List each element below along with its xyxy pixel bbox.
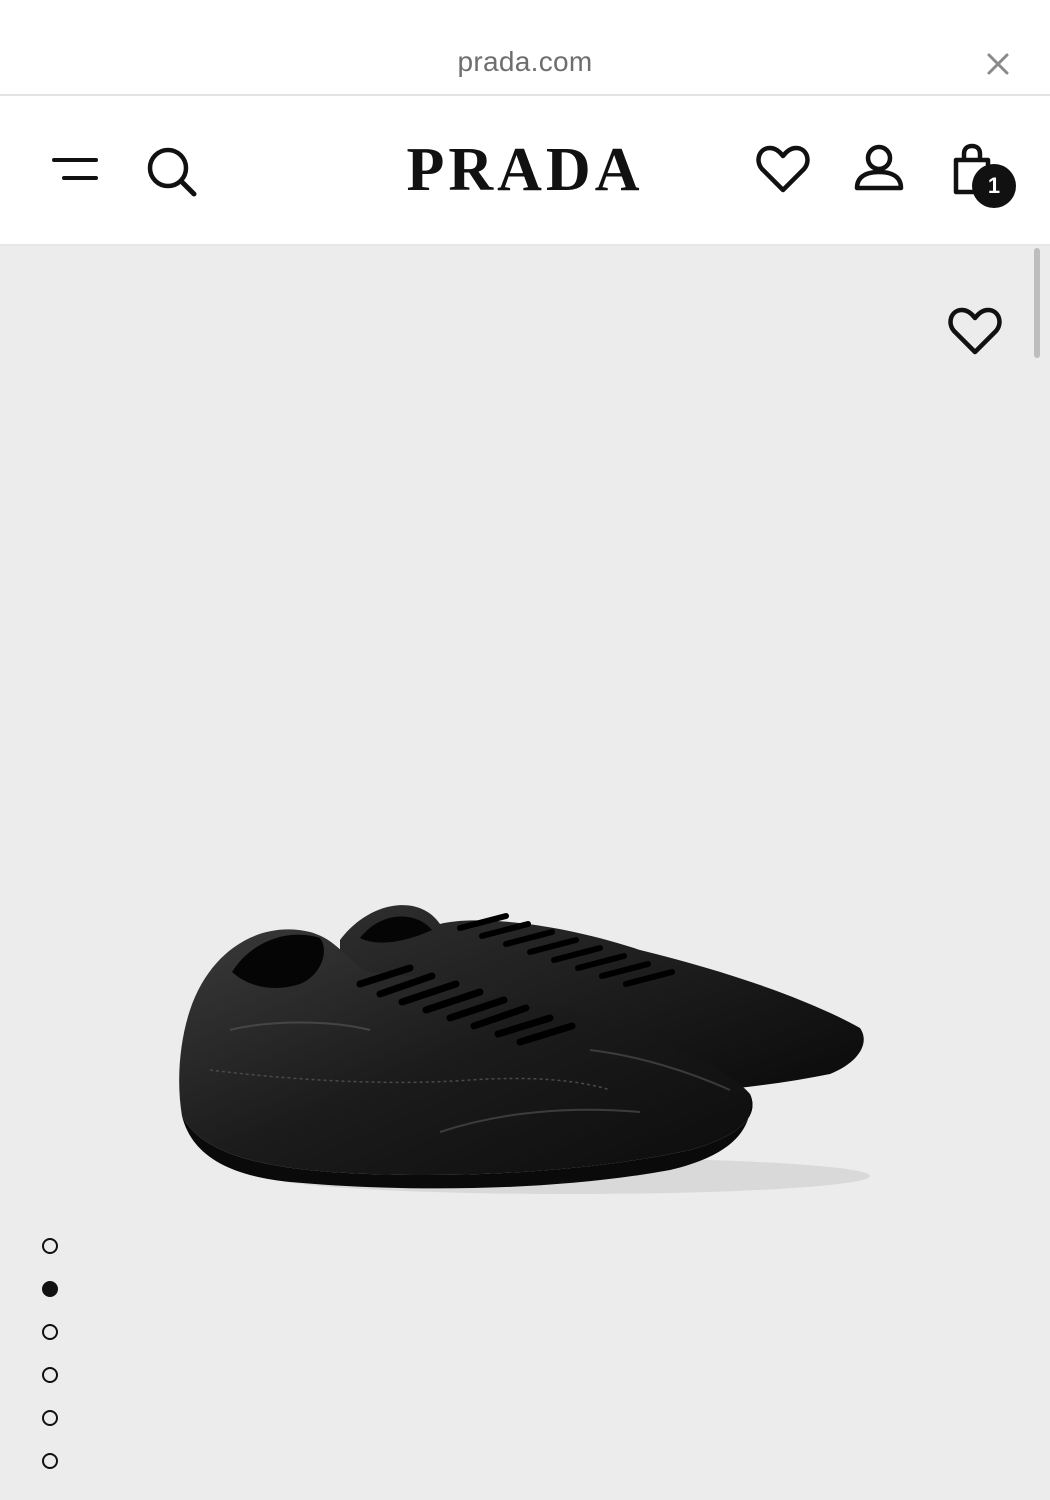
scrollbar[interactable] xyxy=(1034,248,1040,358)
close-icon[interactable] xyxy=(986,52,1010,76)
product-gallery[interactable] xyxy=(0,246,1050,1500)
heart-icon[interactable] xyxy=(756,144,810,199)
user-icon[interactable] xyxy=(852,142,906,201)
browser-bar: prada.com xyxy=(0,0,1050,96)
gallery-dot[interactable] xyxy=(42,1324,58,1340)
gallery-dot[interactable] xyxy=(42,1238,58,1254)
gallery-dot[interactable] xyxy=(42,1453,58,1469)
product-image[interactable] xyxy=(170,880,890,1210)
gallery-dot[interactable] xyxy=(42,1410,58,1426)
cart-count-badge[interactable]: 1 xyxy=(972,164,1016,208)
heart-icon[interactable] xyxy=(948,306,1002,356)
url-text[interactable]: prada.com xyxy=(0,46,1050,78)
gallery-dot[interactable] xyxy=(42,1367,58,1383)
gallery-pagination xyxy=(42,1238,60,1496)
site-header: PRADA 1 xyxy=(0,96,1050,246)
gallery-dot-active[interactable] xyxy=(42,1281,58,1297)
